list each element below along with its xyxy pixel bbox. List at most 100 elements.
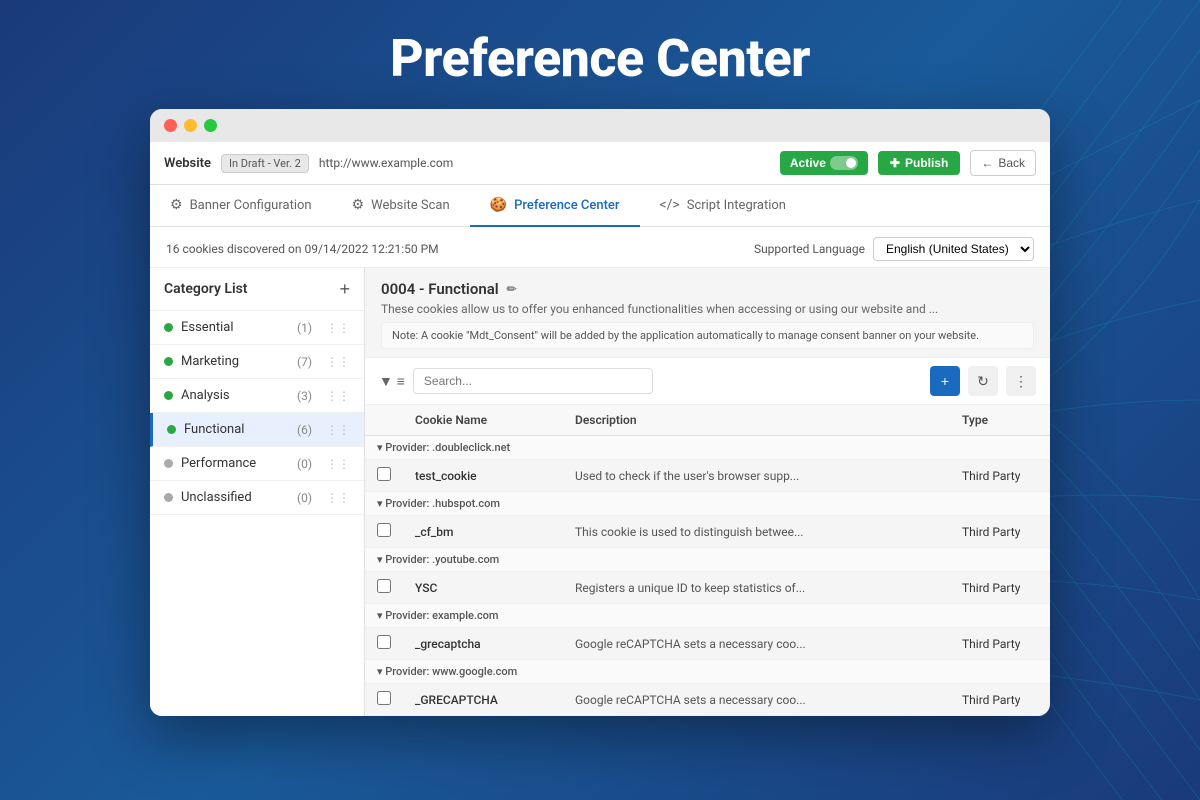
close-dot[interactable] [164, 119, 177, 132]
provider-row: ▾ Provider: example.com [365, 604, 1050, 628]
cookie-name-cell: _grecaptcha [403, 628, 563, 660]
cookie-checkbox[interactable] [377, 579, 391, 593]
provider-name: ▾ Provider: .doubleclick.net [365, 436, 1050, 460]
drag-handle-icon[interactable]: ⋮⋮ [326, 457, 350, 471]
language-selector: Supported Language English (United State… [754, 237, 1034, 261]
category-list-title: Category List [164, 281, 248, 297]
expand-dot[interactable] [204, 119, 217, 132]
performance-name: Performance [181, 456, 289, 471]
right-panel: 0004 - Functional ✏ These cookies allow … [365, 268, 1050, 716]
supported-language-label: Supported Language [754, 242, 865, 256]
provider-label: Provider: .doubleclick.net [385, 441, 510, 454]
provider-label: Provider: example.com [385, 609, 498, 622]
drag-handle-icon[interactable]: ⋮⋮ [326, 355, 350, 369]
titlebar [150, 109, 1050, 142]
language-dropdown[interactable]: English (United States) [873, 237, 1034, 261]
refresh-icon: ↻ [977, 373, 989, 390]
tab-preference-label: Preference Center [514, 198, 619, 213]
th-cookie-name: Cookie Name [403, 405, 563, 436]
unclassified-name: Unclassified [181, 490, 289, 505]
page-title: Preference Center [0, 0, 1200, 109]
ellipsis-icon: ⋮ [1014, 373, 1028, 390]
category-item-essential[interactable]: Essential (1) ⋮⋮ [150, 311, 364, 345]
drag-handle-icon[interactable]: ⋮⋮ [326, 321, 350, 335]
category-item-analysis[interactable]: Analysis (3) ⋮⋮ [150, 379, 364, 413]
unclassified-count: (0) [297, 491, 312, 505]
cookie-desc-cell: Google reCAPTCHA sets a necessary coo... [563, 684, 950, 716]
add-category-button[interactable]: + [339, 280, 350, 298]
cookie-name-cell: _cf_bm [403, 516, 563, 548]
marketing-name: Marketing [181, 354, 289, 369]
drag-handle-icon[interactable]: ⋮⋮ [326, 423, 350, 437]
cookie-desc-cell: Registers a unique ID to keep statistics… [563, 572, 950, 604]
cookie-type-cell: Third Party [950, 684, 1050, 716]
tab-banner-label: Banner Configuration [190, 198, 312, 213]
cookie-checkbox[interactable] [377, 523, 391, 537]
cookie-checkbox[interactable] [377, 635, 391, 649]
tab-scan-label: Website Scan [371, 198, 450, 213]
cookie-checkbox[interactable] [377, 467, 391, 481]
table-header-row: Cookie Name Description Type [365, 405, 1050, 436]
active-label: Active [790, 156, 826, 170]
cookie-type-cell: Third Party [950, 460, 1050, 492]
url-text: http://www.example.com [319, 156, 770, 170]
filter-icon: ▼ ≡ [379, 373, 405, 389]
active-toggle-button[interactable]: Active [780, 151, 868, 175]
edit-icon[interactable]: ✏ [507, 282, 517, 296]
gear-icon: ⚙ [170, 197, 183, 213]
minimize-dot[interactable] [184, 119, 197, 132]
refresh-button[interactable]: ↻ [968, 366, 998, 396]
toggle-switch[interactable] [830, 156, 858, 170]
th-checkbox [365, 405, 403, 436]
filter-button[interactable]: ▼ ≡ [379, 373, 405, 389]
provider-row: ▾ Provider: .doubleclick.net [365, 436, 1050, 460]
provider-name: ▾ Provider: example.com [365, 604, 1050, 628]
category-item-performance[interactable]: Performance (0) ⋮⋮ [150, 447, 364, 481]
tab-website-scan[interactable]: ⚙ Website Scan [332, 185, 470, 227]
main-content: 16 cookies discovered on 09/14/2022 12:2… [150, 227, 1050, 716]
cookie-type-cell: Third Party [950, 572, 1050, 604]
category-detail-header: 0004 - Functional ✏ These cookies allow … [365, 268, 1050, 358]
drag-handle-icon[interactable]: ⋮⋮ [326, 389, 350, 403]
category-item-functional[interactable]: Functional (6) ⋮⋮ [150, 413, 364, 447]
code-icon: </> [660, 197, 680, 213]
analysis-dot [164, 391, 173, 400]
tab-script-integration[interactable]: </> Script Integration [640, 185, 806, 227]
essential-name: Essential [181, 320, 289, 335]
category-title-text: 0004 - Functional [381, 280, 499, 298]
more-options-button[interactable]: ⋮ [1006, 366, 1036, 396]
analysis-name: Analysis [181, 388, 289, 403]
table-row: _cf_bm This cookie is used to distinguis… [365, 516, 1050, 548]
category-item-unclassified[interactable]: Unclassified (0) ⋮⋮ [150, 481, 364, 515]
provider-arrow-icon: ▾ [377, 441, 383, 454]
performance-count: (0) [297, 457, 312, 471]
drag-handle-icon[interactable]: ⋮⋮ [326, 491, 350, 505]
publish-button[interactable]: ✚ Publish [878, 151, 960, 175]
table-row: _GRECAPTCHA Google reCAPTCHA sets a nece… [365, 684, 1050, 716]
provider-name: ▾ Provider: www.google.com [365, 660, 1050, 684]
cookies-table: Cookie Name Description Type ▾ [365, 405, 1050, 716]
tab-script-label: Script Integration [687, 198, 786, 213]
cookie-desc-cell: This cookie is used to distinguish betwe… [563, 516, 950, 548]
cookie-checkbox[interactable] [377, 691, 391, 705]
cookie-desc-cell: Used to check if the user's browser supp… [563, 460, 950, 492]
th-description: Description [563, 405, 950, 436]
tab-preference-center[interactable]: 🍪 Preference Center [470, 185, 640, 227]
split-area: Category List + Essential (1) ⋮⋮ Marketi… [150, 268, 1050, 716]
provider-row: ▾ Provider: .youtube.com [365, 548, 1050, 572]
unclassified-dot [164, 493, 173, 502]
back-button[interactable]: ← Back [970, 150, 1036, 176]
category-item-marketing[interactable]: Marketing (7) ⋮⋮ [150, 345, 364, 379]
add-cookie-button[interactable]: + [930, 366, 960, 396]
sidebar-header: Category List + [150, 268, 364, 311]
tab-banner-configuration[interactable]: ⚙ Banner Configuration [150, 185, 332, 227]
cookie-checkbox-cell [365, 572, 403, 604]
back-arrow-icon: ← [981, 156, 993, 170]
functional-dot [167, 425, 176, 434]
search-input[interactable] [413, 368, 653, 394]
category-detail-desc: These cookies allow us to offer you enha… [381, 302, 1034, 316]
cookie-name-cell: test_cookie [403, 460, 563, 492]
category-note: Note: A cookie "Mdt_Consent" will be add… [381, 322, 1034, 349]
cookie-checkbox-cell [365, 460, 403, 492]
scan-gear-icon: ⚙ [352, 197, 365, 213]
